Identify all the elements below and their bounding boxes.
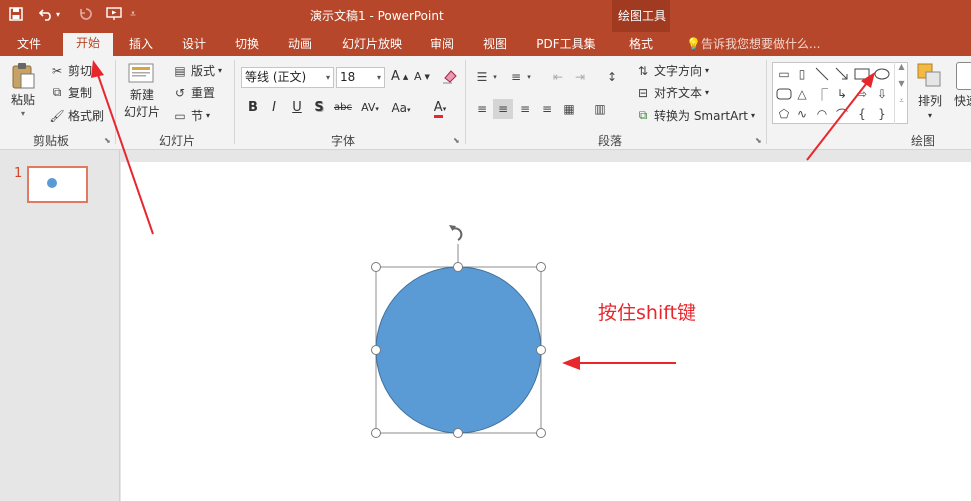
resize-handle-left[interactable] [371,345,381,355]
resize-handle-top-left[interactable] [371,262,381,272]
circle-shape[interactable] [375,266,542,434]
resize-handle-top[interactable] [453,262,463,272]
annotation-arrow-oval-shape [806,72,875,161]
shift-key-annotation: 按住shift键 [598,302,697,324]
resize-handle-right[interactable] [536,345,546,355]
annotation-arrow-handle [562,356,676,370]
resize-handle-top-right[interactable] [536,262,546,272]
resize-handle-bottom[interactable] [453,428,463,438]
slide-overlay [91,60,875,438]
annotation-arrow-home-tab [91,60,154,235]
rotate-handle-icon[interactable] [449,225,463,241]
resize-handle-bottom-right[interactable] [536,428,546,438]
resize-handle-bottom-left[interactable] [371,428,381,438]
